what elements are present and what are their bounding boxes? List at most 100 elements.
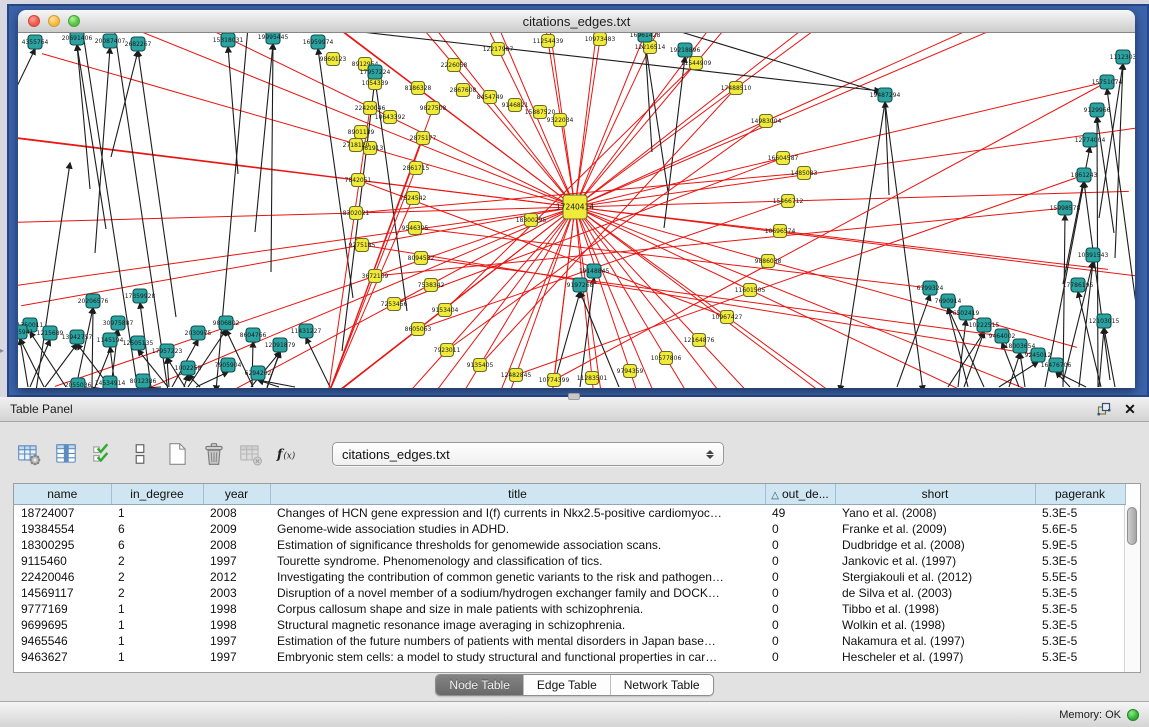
graph-node[interactable]: 17488510 xyxy=(721,82,752,95)
graph-node[interactable]: 20691406 xyxy=(62,33,93,45)
graph-node[interactable]: 2875177 xyxy=(410,132,437,145)
delete-table-icon[interactable] xyxy=(201,441,227,467)
graph-node[interactable]: 7923011 xyxy=(434,344,461,357)
graph-node[interactable]: 16604587 xyxy=(768,152,799,165)
graph-node[interactable]: 10391543 xyxy=(1078,248,1109,262)
table-row[interactable]: 969969511998Structural magnetic resonanc… xyxy=(14,617,1125,633)
graph-node[interactable]: 9135405 xyxy=(467,359,494,372)
network-canvas[interactable]: 1546671216604587149830041748851011544909… xyxy=(18,33,1135,388)
graph-node[interactable]: 19218896 xyxy=(670,43,701,57)
memory-status-indicator[interactable] xyxy=(1127,709,1139,721)
graph-node[interactable]: 1112303 xyxy=(1110,50,1135,64)
graph-node[interactable]: 8186328 xyxy=(405,82,432,95)
control-panel-collapse-arrow[interactable]: ▸ xyxy=(0,346,7,356)
graph-node[interactable]: 17957223 xyxy=(152,344,183,358)
graph-node[interactable]: 2055036 xyxy=(65,378,92,388)
graph-node[interactable]: 9806802 xyxy=(213,316,240,330)
graph-node[interactable]: 10696574 xyxy=(765,225,796,238)
graph-node[interactable]: 9464002 xyxy=(989,329,1016,343)
tab-network-table[interactable]: Network Table xyxy=(610,675,713,695)
graph-node[interactable]: 9129966 xyxy=(1084,103,1111,117)
scrollbar-thumb[interactable] xyxy=(1127,507,1137,545)
graph-node[interactable]: 12091879 xyxy=(265,338,296,352)
graph-node[interactable]: 7524542 xyxy=(400,192,427,205)
graph-node[interactable]: 7690914 xyxy=(935,294,962,308)
graph-node[interactable]: 6502419 xyxy=(953,306,980,320)
graph-node[interactable]: 12103015 xyxy=(1089,314,1120,328)
graph-node[interactable]: 15751074 xyxy=(1092,75,1123,89)
column-settings-icon[interactable] xyxy=(53,441,79,467)
graph-node[interactable]: 8605063 xyxy=(405,323,432,336)
graph-node[interactable]: 20087407 xyxy=(95,34,126,48)
graph-node[interactable]: 17359928 xyxy=(125,289,156,303)
graph-node[interactable]: 20206576 xyxy=(78,294,109,308)
function-builder-icon[interactable]: f (x) xyxy=(275,441,301,467)
table-row[interactable]: 977716911998Corpus callosum shape and si… xyxy=(14,601,1125,617)
graph-node[interactable]: 2030975 xyxy=(185,326,212,340)
close-panel-icon[interactable]: ✕ xyxy=(1121,401,1139,417)
table-row[interactable]: 1872400712008Changes of HCN gene express… xyxy=(14,505,1125,522)
graph-node[interactable]: 8454749 xyxy=(477,91,504,104)
column-header-short[interactable]: short xyxy=(835,484,1035,505)
column-header-year[interactable]: year xyxy=(203,484,270,505)
column-header-in_degree[interactable]: in_degree xyxy=(111,484,203,505)
table-row[interactable]: 1830029562008Estimation of significance … xyxy=(14,537,1125,553)
table-row[interactable]: 1456911722003Disruption of a novel membe… xyxy=(14,585,1125,601)
table-vertical-scrollbar[interactable] xyxy=(1124,505,1140,672)
column-header-pagerank[interactable]: pagerank xyxy=(1035,484,1125,505)
graph-node[interactable]: 10222515 xyxy=(969,318,1000,332)
graph-node[interactable]: 9860123 xyxy=(320,53,347,66)
graph-node[interactable]: 9197268 xyxy=(567,278,594,292)
table-row[interactable]: 911546021997Tourette syndrome. Phenomeno… xyxy=(14,553,1125,569)
graph-node[interactable]: 2226058 xyxy=(441,59,468,72)
tab-edge-table[interactable]: Edge Table xyxy=(523,675,610,695)
table-row[interactable]: 1938455462009Genome-wide association stu… xyxy=(14,521,1125,537)
graph-node[interactable]: 19995445 xyxy=(258,33,289,44)
graph-node[interactable]: 10967427 xyxy=(712,311,743,324)
column-header-title[interactable]: title xyxy=(270,484,765,505)
graph-node[interactable]: 14534914 xyxy=(95,376,126,388)
panel-divider-handle[interactable] xyxy=(568,393,580,400)
import-table-icon[interactable] xyxy=(238,441,264,467)
float-window-icon[interactable] xyxy=(1095,401,1113,417)
graph-node[interactable]: 2682267 xyxy=(125,37,152,51)
graph-node[interactable]: 1485083 xyxy=(791,167,818,180)
graph-node[interactable]: 15998578 xyxy=(1050,201,1081,215)
column-header-name[interactable]: name xyxy=(14,484,111,505)
graph-node[interactable]: 4355764 xyxy=(22,35,49,49)
table-selector-dropdown[interactable]: citations_edges.txt xyxy=(332,442,724,466)
row-height-icon[interactable] xyxy=(127,441,153,467)
tab-node-table[interactable]: Node Table xyxy=(436,675,523,695)
select-mode-icon[interactable] xyxy=(90,441,116,467)
table-row[interactable]: 946362711997Embryonic stem cells: a mode… xyxy=(14,649,1125,665)
graph-node[interactable]: 6799324 xyxy=(917,281,944,295)
graph-node[interactable]: 15318031 xyxy=(213,33,244,47)
graph-node[interactable]: 15466712 xyxy=(773,195,804,208)
table-settings-icon[interactable] xyxy=(16,441,42,467)
graph-node[interactable]: 10973483 xyxy=(585,33,616,46)
graph-node[interactable]: 8302021 xyxy=(343,207,370,220)
graph-node[interactable]: 3672109 xyxy=(362,270,389,283)
graph-node[interactable]: 9546305 xyxy=(402,222,429,235)
graph-node[interactable]: 12164876 xyxy=(684,334,715,347)
graph-node[interactable]: 1145194 xyxy=(97,333,124,347)
graph-node[interactable]: 10774399 xyxy=(539,374,570,387)
graph-node[interactable]: 10577806 xyxy=(651,352,682,365)
graph-node[interactable]: 16959974 xyxy=(303,35,334,49)
table-row[interactable]: 946554611997Estimation of the future num… xyxy=(14,633,1125,649)
graph-node[interactable]: 9827508 xyxy=(420,102,447,115)
graph-node[interactable]: 2867608 xyxy=(450,84,477,97)
graph-node[interactable]: 9886038 xyxy=(755,255,782,268)
network-window-titlebar[interactable]: citations_edges.txt xyxy=(18,10,1135,33)
column-header-out_de[interactable]: △out_de... xyxy=(765,484,835,505)
graph-node[interactable]: 9794359 xyxy=(617,365,644,378)
graph-node[interactable]: 12217987 xyxy=(483,43,514,56)
graph-node[interactable]: 2861715 xyxy=(403,162,430,175)
graph-node[interactable]: 12505135 xyxy=(123,336,154,350)
graph-node[interactable]: 8901139 xyxy=(348,126,375,139)
graph-node[interactable]: 11254439 xyxy=(533,35,564,48)
table-row[interactable]: 2242004622012Investigating the contribut… xyxy=(14,569,1125,585)
graph-node[interactable]: 1861243 xyxy=(1071,168,1098,182)
new-document-icon[interactable] xyxy=(164,441,190,467)
graph-node[interactable]: 9275185 xyxy=(349,239,376,252)
